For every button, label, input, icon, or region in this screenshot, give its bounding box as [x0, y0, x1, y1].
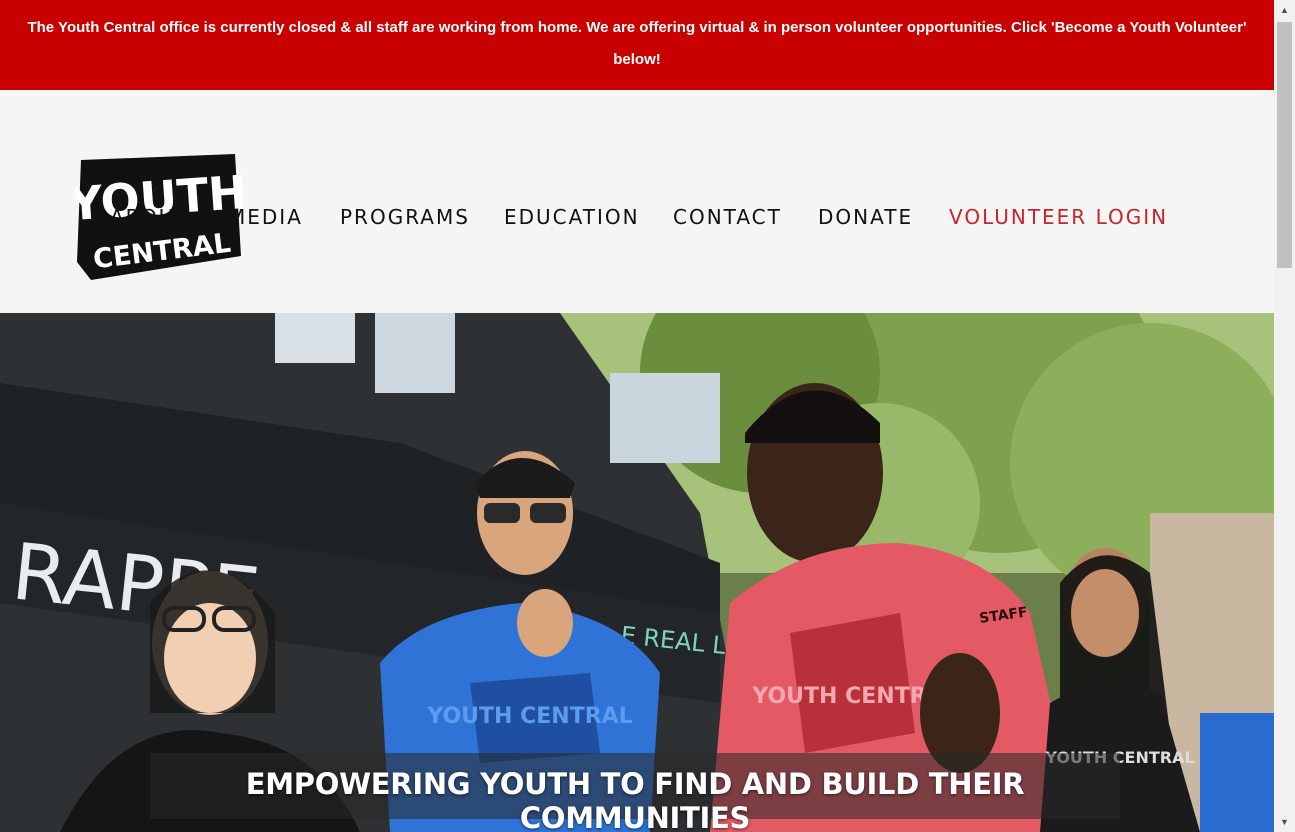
scroll-down-arrow-icon[interactable]: ▼: [1274, 812, 1295, 832]
nav-item-donate[interactable]: DONATE: [818, 205, 913, 229]
scroll-thumb[interactable]: [1277, 22, 1292, 268]
nav-item-about[interactable]: ABOUT ▾: [110, 205, 207, 229]
hero-caption: EMPOWERING YOUTH TO FIND AND BUILD THEIR…: [245, 767, 1025, 832]
hero-caption-bar: EMPOWERING YOUTH TO FIND AND BUILD THEIR…: [150, 753, 1120, 832]
nav-item-education[interactable]: EDUCATION: [504, 205, 640, 229]
chevron-down-icon: ▾: [198, 212, 208, 228]
nav-item-volunteer-login[interactable]: VOLUNTEER LOGIN: [949, 205, 1168, 229]
notice-banner: The Youth Central office is currently cl…: [0, 0, 1274, 90]
shirt-logo-blue: YOUTH CENTRAL: [426, 704, 632, 729]
nav-item-about-label: ABOUT: [110, 205, 190, 229]
site-header: YOUTH CENTRAL ABOUT ▾ MEDIA PROGRAMS EDU…: [0, 90, 1274, 313]
notice-banner-text: The Youth Central office is currently cl…: [27, 19, 1247, 68]
hero-banner: RAPPE E REAL LIFE YOUTH CENTRAL YOUTH CE…: [0, 313, 1274, 832]
nav-item-contact[interactable]: CONTACT: [673, 205, 782, 229]
nav-item-media[interactable]: MEDIA: [228, 205, 303, 229]
nav-item-programs[interactable]: PROGRAMS: [340, 205, 470, 229]
page-scrollbar[interactable]: ▲ ▼: [1274, 0, 1295, 832]
scroll-up-arrow-icon[interactable]: ▲: [1274, 0, 1295, 20]
